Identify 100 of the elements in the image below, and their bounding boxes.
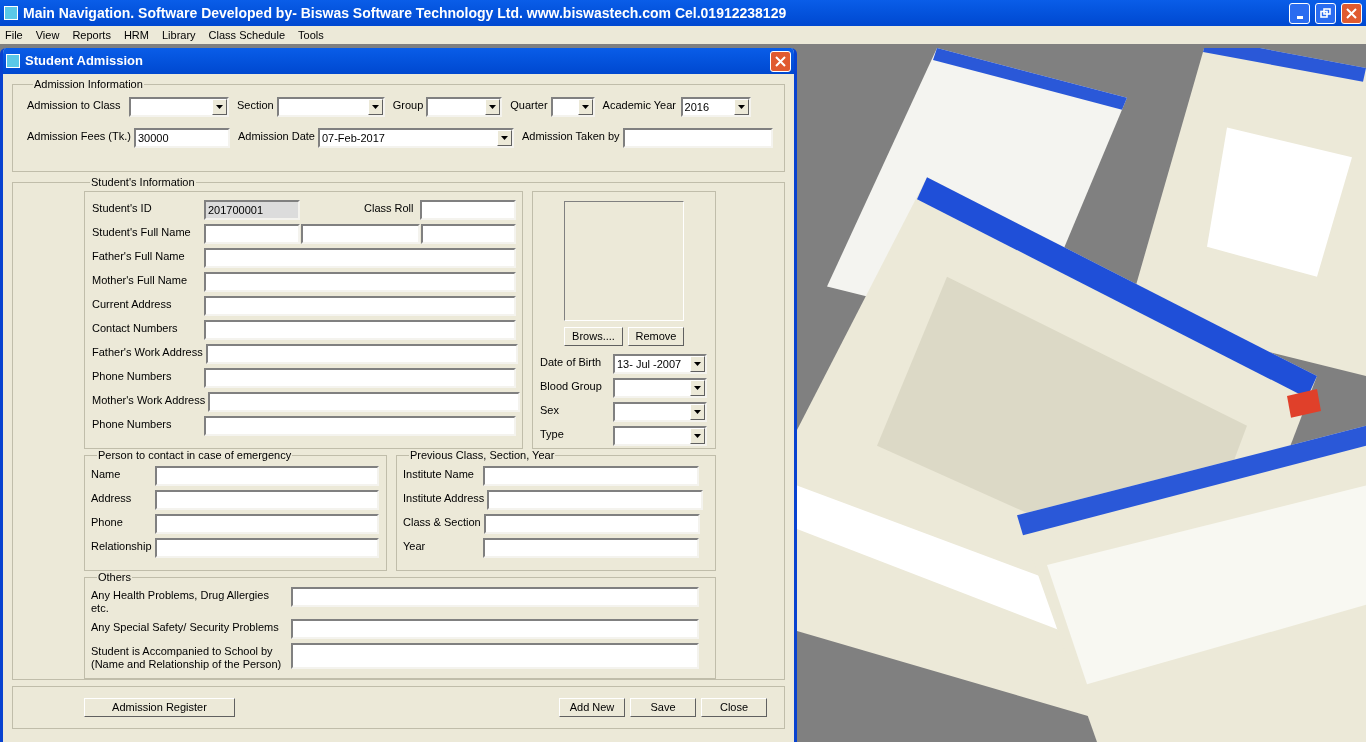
caret-icon (694, 362, 701, 366)
field-label: Section (237, 98, 275, 113)
field-label: Contact Numbers (92, 321, 179, 336)
field-label: Student's Full Name (92, 225, 192, 240)
input-field[interactable] (155, 538, 379, 558)
field-label: Quarter (510, 98, 549, 113)
input-field[interactable] (155, 490, 379, 510)
field-label: Blood Group (540, 379, 603, 394)
app-icon (4, 6, 18, 20)
caret-icon (581, 105, 589, 109)
input-field[interactable]: 30000 (133, 128, 230, 148)
form-icon (6, 54, 20, 68)
close-button[interactable] (770, 50, 791, 72)
field-label: Date of Birth (540, 355, 603, 370)
field-label: Student's ID (92, 201, 153, 216)
input-field[interactable] (204, 320, 516, 340)
dropdown-button[interactable] (690, 380, 705, 396)
combo-box[interactable]: 2016 (680, 97, 751, 117)
menu-item[interactable]: Library (162, 26, 196, 44)
input-field[interactable] (205, 344, 518, 364)
field-label: Father's Full Name (92, 249, 186, 264)
input-field[interactable] (291, 619, 699, 639)
input-field[interactable] (420, 200, 516, 220)
button[interactable]: Admission Register (84, 698, 235, 717)
input-field[interactable] (301, 224, 420, 244)
combo-box[interactable] (613, 378, 707, 398)
field-label: Institute Name (403, 467, 475, 482)
input-field[interactable] (622, 128, 773, 148)
input-field[interactable] (204, 248, 516, 268)
caret-icon (694, 410, 701, 414)
group-title: Student's Information (90, 176, 196, 189)
dropdown-button[interactable] (496, 130, 512, 146)
field-label: Class & Section (403, 515, 482, 530)
input-field[interactable] (487, 490, 704, 510)
field-label: Academic Year (602, 98, 677, 113)
field-label: Phone Numbers (92, 369, 173, 384)
field-label: Phone Numbers (92, 417, 173, 432)
close-icon (1346, 7, 1357, 19)
group-title: Previous Class, Section, Year (409, 449, 556, 462)
menu-item[interactable]: Tools (298, 26, 324, 44)
combo-box[interactable] (550, 97, 595, 117)
combo-box[interactable] (613, 426, 707, 446)
dropdown-button[interactable] (577, 99, 593, 115)
field-label: Class Roll (364, 201, 415, 216)
button[interactable]: Close (701, 698, 767, 717)
menu-item[interactable]: Class Schedule (208, 26, 286, 44)
dropdown-button[interactable] (367, 99, 383, 115)
field-label: Admission Date (237, 129, 316, 144)
input-field[interactable] (155, 514, 379, 534)
caret-icon (216, 105, 223, 109)
combo-box[interactable] (276, 97, 385, 117)
button[interactable]: Remove (628, 327, 684, 346)
field-label: Admission to Class (27, 98, 122, 113)
minimize-button[interactable] (1289, 2, 1310, 24)
field-label: Phone (91, 515, 124, 530)
button[interactable]: Save (630, 698, 696, 717)
input-field[interactable] (291, 587, 699, 607)
input-field[interactable] (208, 392, 521, 412)
input-field[interactable] (204, 416, 516, 436)
menu-item[interactable]: View (35, 26, 60, 44)
field-label: Type (540, 427, 565, 442)
input-field[interactable] (483, 538, 699, 558)
field-label: Mother's Full Name (92, 273, 188, 288)
dropdown-button[interactable] (733, 99, 749, 115)
input-field[interactable] (204, 272, 516, 292)
combo-box[interactable]: 07-Feb-2017 (317, 128, 514, 148)
menu-item[interactable]: File (5, 26, 23, 44)
combo-box[interactable] (426, 97, 503, 117)
combo-box[interactable] (129, 97, 229, 117)
dropdown-button[interactable] (690, 404, 705, 420)
form-title: Student Admission (25, 52, 143, 71)
dropdown-button[interactable] (212, 99, 227, 115)
menu-item[interactable]: Reports (72, 26, 111, 44)
maximize-button[interactable] (1315, 2, 1336, 24)
input-field[interactable] (204, 296, 516, 316)
menu-item[interactable]: HRM (123, 26, 149, 44)
button[interactable]: Brows.... (564, 327, 623, 346)
input-field[interactable] (155, 466, 379, 486)
input-field[interactable] (483, 466, 699, 486)
caret-icon (694, 386, 701, 390)
restore-icon (1320, 8, 1331, 18)
button[interactable]: Add New (559, 698, 625, 717)
combo-box[interactable] (613, 402, 707, 422)
input-field[interactable] (204, 368, 516, 388)
input-field[interactable] (204, 224, 300, 244)
field-label: Admission Taken by (521, 129, 621, 144)
close-button[interactable] (1341, 2, 1362, 24)
dropdown-button[interactable] (690, 356, 705, 372)
dropdown-button[interactable] (690, 428, 705, 444)
input-field[interactable] (421, 224, 516, 244)
field-label: Current Address (92, 297, 173, 312)
field-label: Father's Work Address (92, 345, 204, 360)
combo-box[interactable]: 13- Jul -2007 (613, 354, 707, 374)
field-label: Address (91, 491, 133, 506)
field-label: Institute Address (403, 491, 486, 506)
group-title: Others (97, 571, 132, 584)
input-field[interactable] (291, 643, 699, 669)
minimize-icon (1296, 15, 1303, 19)
dropdown-button[interactable] (485, 99, 501, 115)
input-field[interactable] (483, 514, 700, 534)
